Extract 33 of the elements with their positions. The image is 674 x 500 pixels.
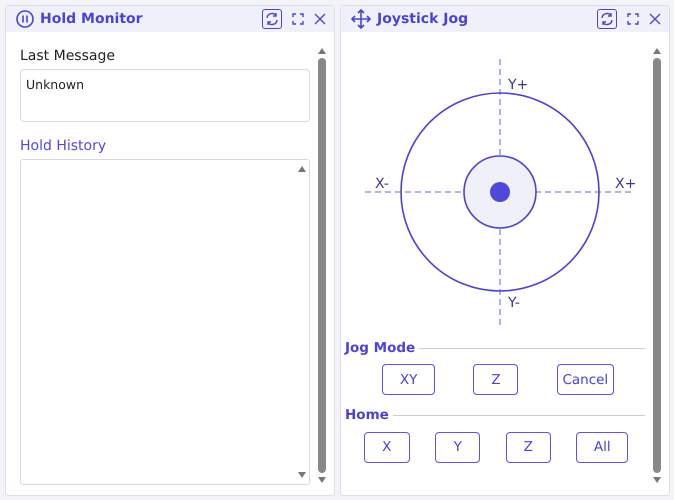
scrollbar[interactable] [316,46,328,485]
scrollbar[interactable] [651,46,663,485]
message-field: Unknown [20,69,310,122]
close-icon[interactable] [649,13,661,25]
jog-button[interactable]: Y [435,432,480,462]
axis-label: Y- [508,295,520,311]
panel-title: Joystick Jog [377,10,468,28]
jog-button[interactable]: Z [473,364,518,396]
close-icon[interactable] [314,13,326,25]
refresh-button[interactable] [597,9,617,29]
panel-title: Hold Monitor [40,10,143,28]
jog-button[interactable]: Z [506,432,551,462]
jog-button[interactable]: All [576,432,628,462]
joystick-knob[interactable] [490,182,510,202]
axis-label: X- [375,176,389,192]
axis-label: Y+ [508,77,528,93]
jog-button[interactable]: XY [382,364,436,396]
section-label: Jog Mode [345,339,416,358]
joystick-outer-ring[interactable] [400,92,600,292]
axis-label: X+ [615,176,636,192]
scrollbar[interactable] [297,164,307,480]
jog-button[interactable]: X [364,432,410,462]
section-label: Home [345,406,389,426]
history-field[interactable] [20,159,310,485]
fullscreen-icon[interactable] [292,13,304,25]
fullscreen-icon[interactable] [627,13,639,25]
field-label: Hold History [20,137,108,156]
pause-icon [16,10,34,28]
field-label: Last Message [20,47,116,66]
joystick-inner-ring[interactable] [463,155,537,229]
refresh-button[interactable] [262,9,282,29]
move-icon [351,9,371,29]
jog-button[interactable]: Cancel [556,364,614,396]
